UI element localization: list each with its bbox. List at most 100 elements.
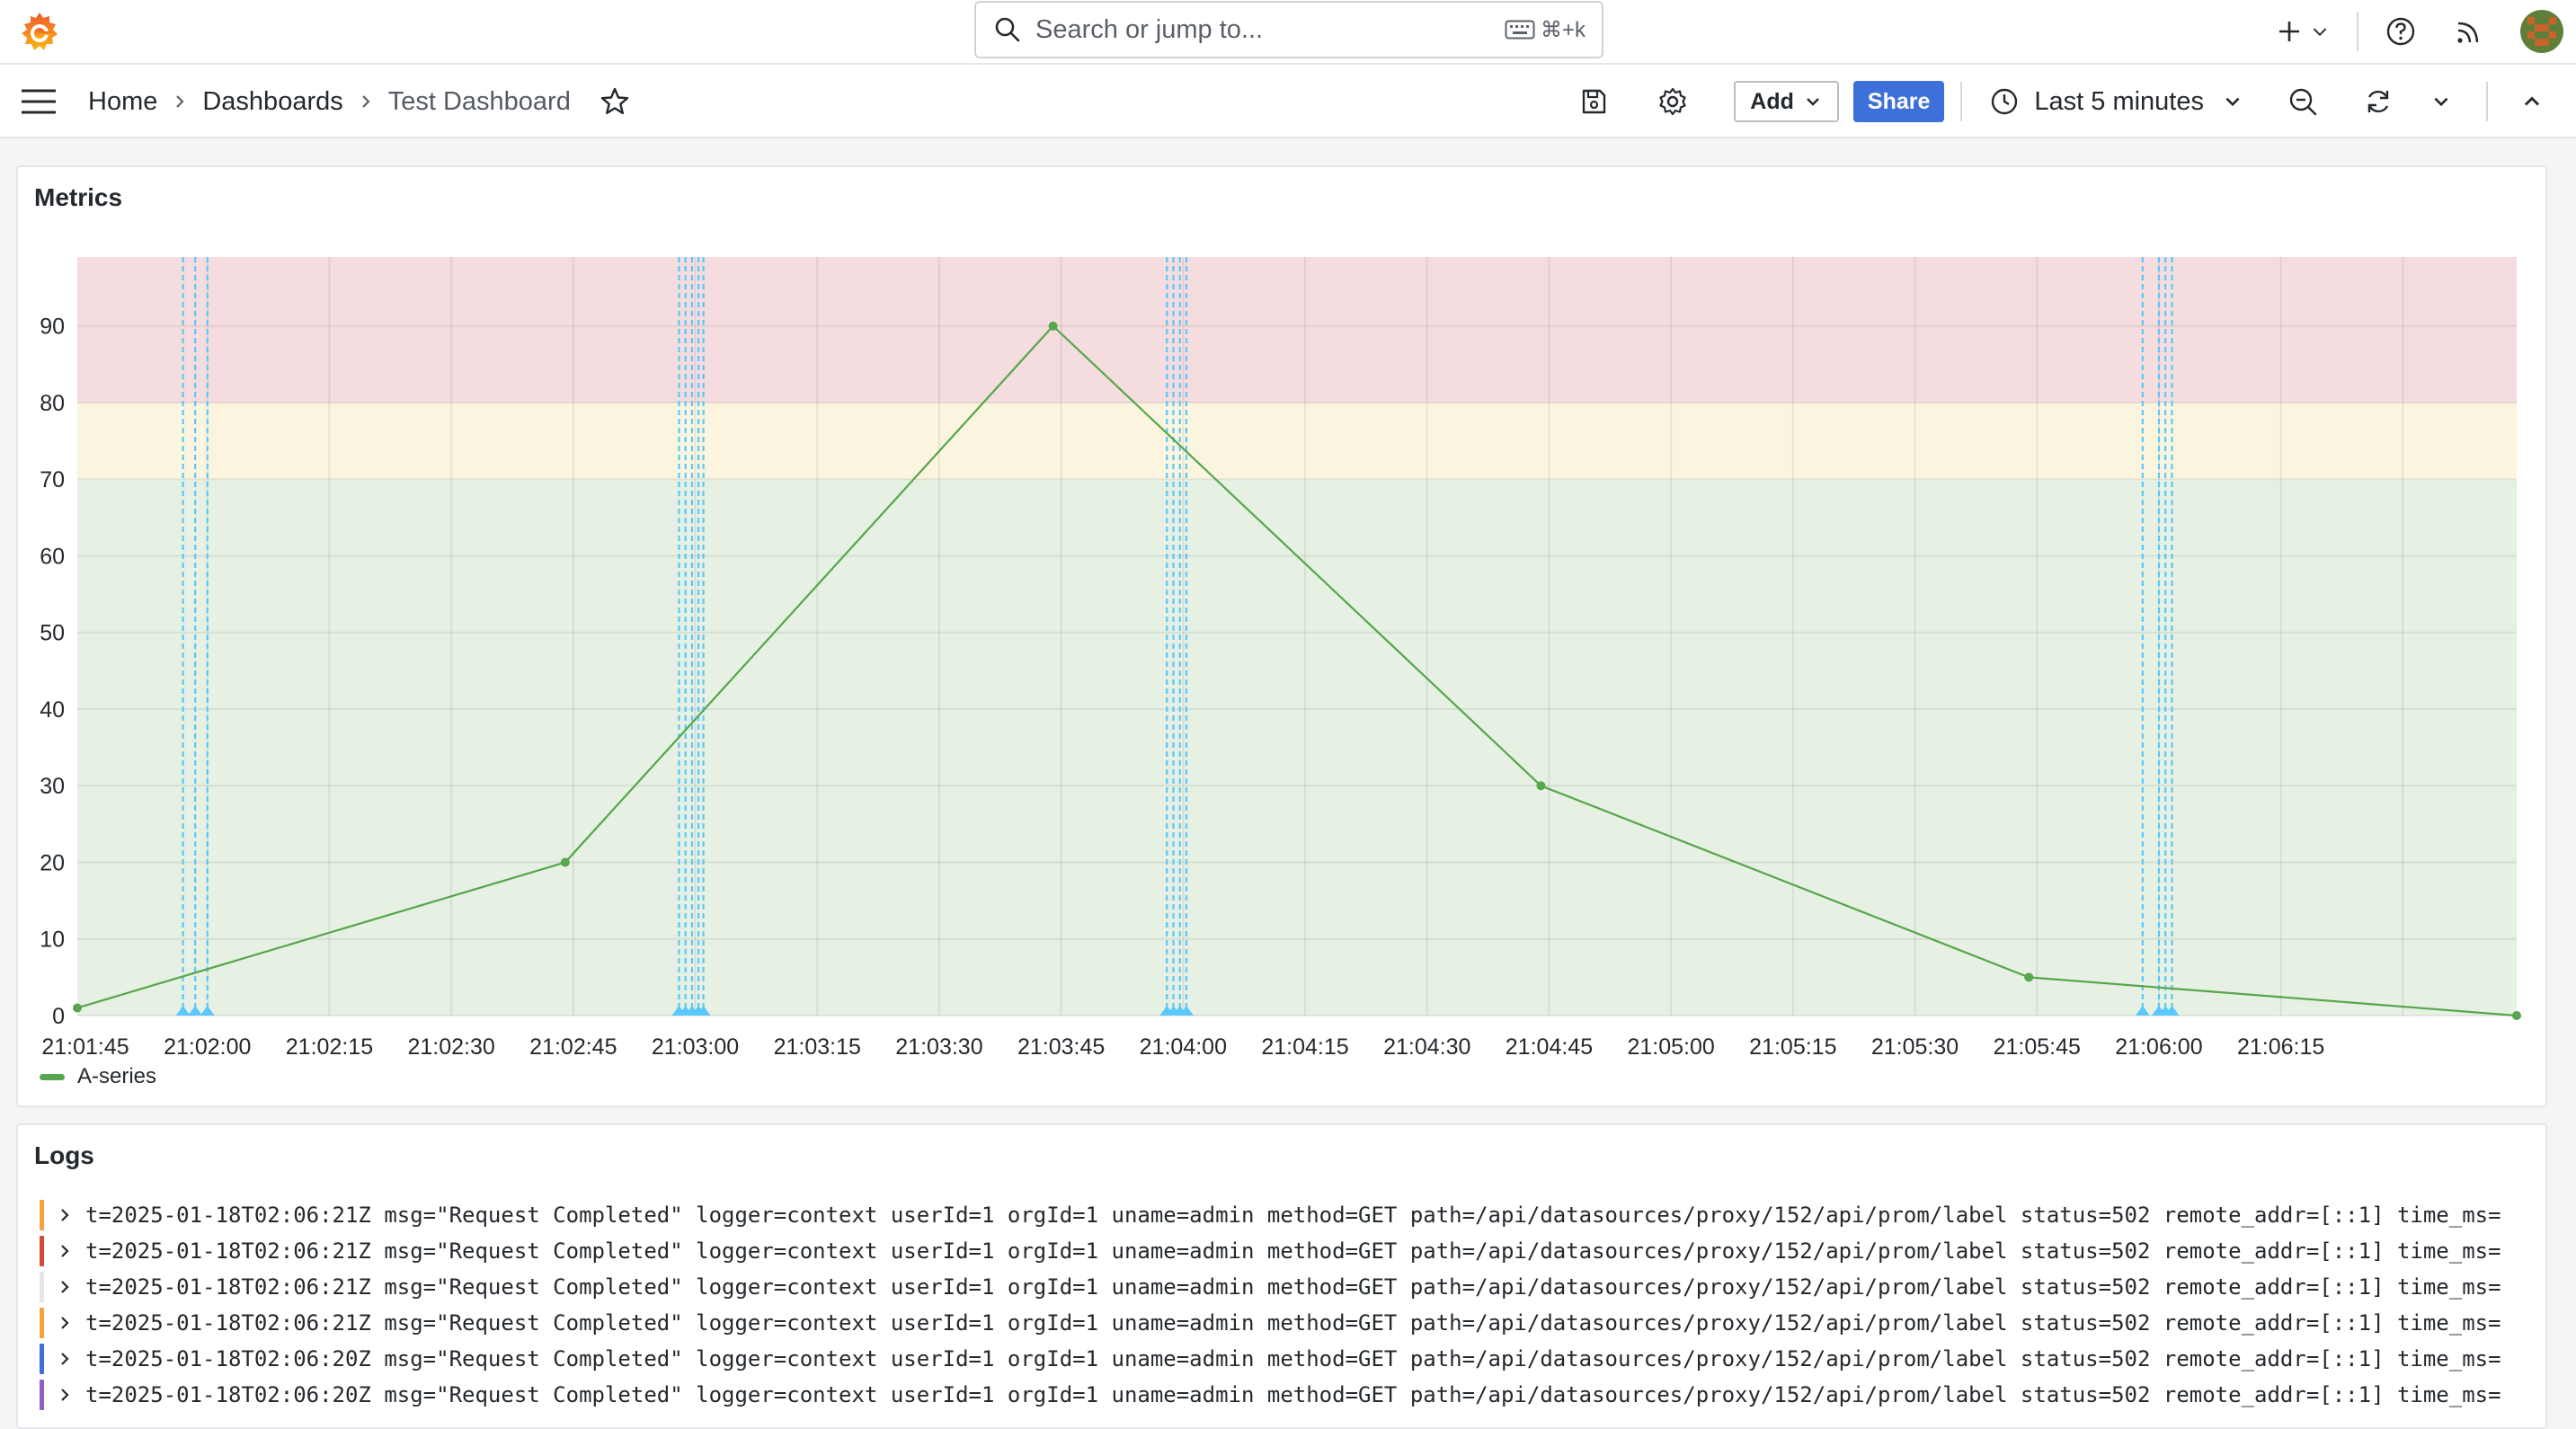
search-box[interactable]: Search or jump to... ⌘+k — [974, 1, 1603, 58]
data-point[interactable] — [2024, 972, 2034, 982]
data-point[interactable] — [1048, 321, 1058, 331]
top-bar: Search or jump to... ⌘+k — [0, 0, 2576, 65]
add-button[interactable]: Add — [1734, 81, 1839, 122]
y-tick-label: 70 — [40, 467, 65, 493]
data-point[interactable] — [1536, 781, 1546, 791]
x-tick-label: 21:03:15 — [774, 1034, 861, 1060]
panel-title[interactable]: Logs — [34, 1141, 94, 1170]
time-series-chart[interactable]: 010203040506070809021:01:3021:01:4521:02… — [18, 167, 2545, 1105]
log-row[interactable]: t=2025-01-18T02:06:20Z msg="Request Comp… — [40, 1341, 2547, 1377]
share-button-label: Share — [1867, 88, 1931, 114]
dashboard-toolbar: Add Share Last 5 minutes — [1577, 65, 2576, 138]
x-tick-label: 21:02:30 — [407, 1034, 494, 1060]
time-range-label: Last 5 minutes — [2034, 86, 2204, 116]
chevron-right-icon[interactable] — [57, 1351, 73, 1367]
y-tick-label: 80 — [40, 391, 65, 416]
log-level-indicator — [40, 1344, 44, 1374]
search-shortcut-label: ⌘+k — [1540, 17, 1586, 42]
threshold-band-green — [77, 479, 2517, 1016]
chevron-right-icon[interactable] — [57, 1387, 73, 1403]
breadcrumb-current: Test Dashboard — [387, 86, 571, 116]
x-tick-label: 21:01:45 — [41, 1034, 129, 1060]
share-button[interactable]: Share — [1852, 81, 1945, 122]
refresh-icon[interactable] — [2362, 85, 2394, 118]
x-tick-label: 21:05:15 — [1749, 1034, 1836, 1060]
y-tick-label: 40 — [40, 697, 65, 723]
x-tick-label: 21:05:45 — [1994, 1034, 2081, 1060]
dashboard-nav-bar: Home Dashboards Test Dashboard Add Share… — [0, 65, 2576, 138]
menu-icon[interactable] — [20, 88, 58, 115]
chevron-right-icon[interactable] — [57, 1207, 73, 1223]
y-tick-label: 0 — [52, 1004, 65, 1029]
x-tick-label: 21:04:00 — [1140, 1034, 1227, 1060]
chevron-right-icon[interactable] — [57, 1279, 73, 1295]
log-row[interactable]: t=2025-01-18T02:06:20Z msg="Request Comp… — [40, 1377, 2547, 1413]
x-tick-label: 21:05:30 — [1871, 1034, 1959, 1060]
log-level-indicator — [40, 1236, 44, 1266]
log-level-indicator — [40, 1272, 44, 1302]
log-list: t=2025-01-18T02:06:21Z msg="Request Comp… — [40, 1197, 2547, 1413]
star-icon[interactable] — [600, 86, 630, 117]
help-icon[interactable] — [2384, 14, 2418, 49]
time-range-picker[interactable]: Last 5 minutes — [1989, 86, 2243, 117]
new-menu-button[interactable] — [2276, 18, 2330, 45]
log-row[interactable]: t=2025-01-18T02:06:21Z msg="Request Comp… — [40, 1305, 2547, 1341]
x-tick-label: 21:05:00 — [1627, 1034, 1714, 1060]
gear-icon[interactable] — [1657, 85, 1689, 118]
divider — [2486, 82, 2488, 121]
legend-swatch — [40, 1073, 65, 1080]
chevron-right-icon — [361, 95, 370, 108]
legend-item-label[interactable]: A-series — [77, 1064, 156, 1089]
breadcrumb-home[interactable]: Home — [88, 87, 157, 117]
threshold-band-yellow — [77, 402, 2517, 480]
metrics-panel[interactable]: Metrics 010203040506070809021:01:3021:01… — [16, 165, 2547, 1107]
log-line-text: t=2025-01-18T02:06:21Z msg="Request Comp… — [85, 1274, 2501, 1300]
log-line-text: t=2025-01-18T02:06:21Z msg="Request Comp… — [85, 1310, 2501, 1336]
grafana-logo-icon[interactable] — [16, 9, 63, 56]
log-row[interactable]: t=2025-01-18T02:06:21Z msg="Request Comp… — [40, 1269, 2547, 1305]
x-tick-label: 21:04:45 — [1506, 1034, 1593, 1060]
topbar-actions — [2276, 0, 2576, 63]
divider — [1960, 82, 1963, 121]
search-shortcut: ⌘+k — [1505, 17, 1586, 43]
chevron-down-icon — [1807, 98, 1819, 106]
breadcrumb-dashboards[interactable]: Dashboards — [202, 87, 342, 117]
legend: A-series — [40, 1064, 156, 1089]
log-row[interactable]: t=2025-01-18T02:06:21Z msg="Request Comp… — [40, 1233, 2547, 1269]
y-tick-label: 30 — [40, 774, 65, 799]
plus-icon — [2279, 22, 2299, 41]
chevron-up-icon[interactable] — [2520, 90, 2544, 113]
refresh-interval-chevron-icon[interactable] — [2430, 91, 2452, 112]
y-tick-label: 90 — [40, 315, 65, 340]
log-level-indicator — [40, 1308, 44, 1338]
search-placeholder[interactable]: Search or jump to... — [1035, 15, 1505, 45]
divider — [2357, 12, 2358, 51]
logs-panel[interactable]: Logs t=2025-01-18T02:06:21Z msg="Request… — [16, 1123, 2547, 1429]
keyboard-icon — [1505, 20, 1535, 40]
save-icon[interactable] — [1577, 85, 1610, 118]
x-tick-label: 21:02:45 — [529, 1034, 617, 1060]
log-line-text: t=2025-01-18T02:06:21Z msg="Request Comp… — [85, 1203, 2501, 1228]
x-tick-label: 21:03:00 — [652, 1034, 739, 1060]
chevron-down-icon — [2313, 28, 2327, 37]
y-tick-label: 50 — [40, 621, 65, 646]
log-row[interactable]: t=2025-01-18T02:06:21Z msg="Request Comp… — [40, 1197, 2547, 1233]
news-feed-icon[interactable] — [2452, 14, 2486, 49]
log-level-indicator — [40, 1380, 44, 1410]
data-point[interactable] — [2512, 1011, 2521, 1020]
chevron-right-icon[interactable] — [57, 1315, 73, 1331]
data-point[interactable] — [73, 1003, 82, 1013]
log-line-text: t=2025-01-18T02:06:20Z msg="Request Comp… — [85, 1382, 2501, 1407]
x-tick-label: 21:06:00 — [2115, 1034, 2202, 1060]
zoom-out-icon[interactable] — [2287, 85, 2319, 118]
x-tick-label: 21:02:15 — [286, 1034, 373, 1060]
x-tick-label: 21:02:00 — [164, 1034, 251, 1060]
breadcrumb: Home Dashboards Test Dashboard — [88, 65, 630, 138]
y-tick-label: 20 — [40, 850, 65, 875]
search-icon — [995, 17, 1020, 42]
chevron-right-icon[interactable] — [57, 1243, 73, 1259]
log-level-indicator — [40, 1200, 44, 1230]
avatar[interactable] — [2520, 10, 2563, 53]
x-tick-label: 21:03:45 — [1017, 1034, 1105, 1060]
data-point[interactable] — [560, 857, 570, 867]
